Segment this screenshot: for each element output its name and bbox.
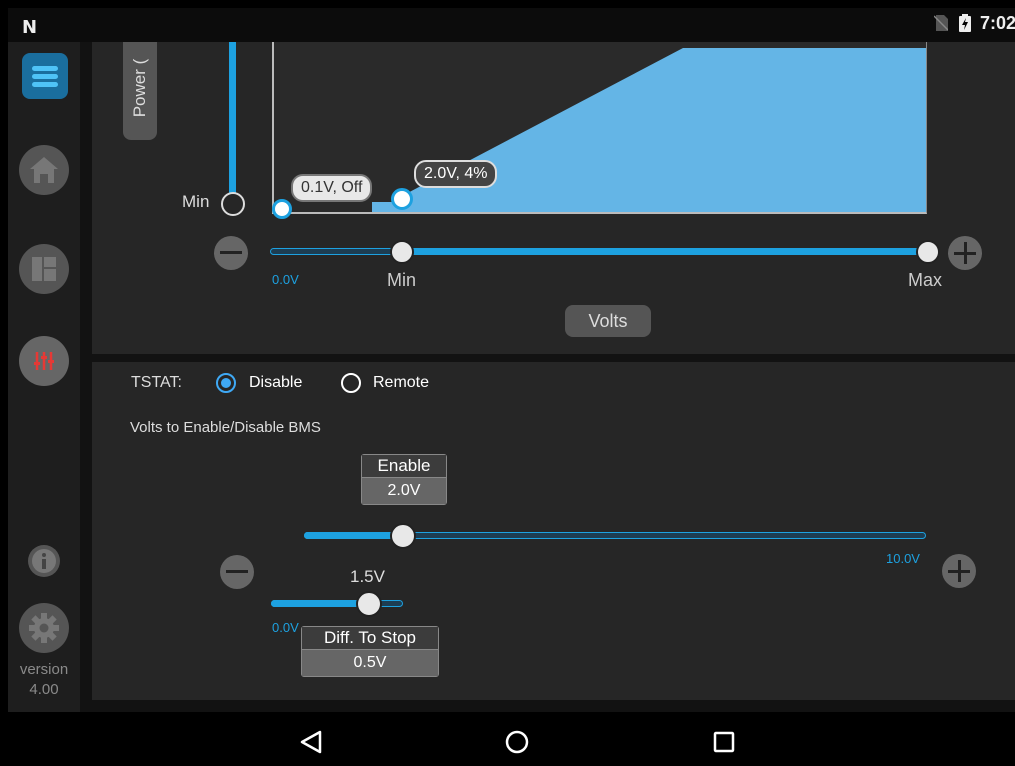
bms-decrease-button[interactable]: [220, 555, 254, 589]
home-circle-icon[interactable]: [505, 730, 529, 754]
tstat-remote-label[interactable]: Remote: [373, 374, 429, 392]
info-button[interactable]: [28, 545, 60, 577]
x-axis-volts-button[interactable]: Volts: [565, 305, 651, 337]
tstat-disable-label[interactable]: Disable: [249, 374, 302, 392]
info-icon: [32, 549, 56, 573]
settings-sliders-button[interactable]: [19, 336, 69, 386]
back-icon[interactable]: [300, 730, 322, 754]
diff-slider-min-label: 0.0V: [272, 620, 299, 635]
status-bar: [8, 8, 1015, 42]
gear-button[interactable]: [19, 603, 69, 653]
chart-decrease-button[interactable]: [214, 236, 248, 270]
home-button[interactable]: [19, 145, 69, 195]
menu-button[interactable]: [22, 53, 68, 99]
chart-slider-max-label: Max: [908, 270, 943, 290]
sliders-icon: [34, 352, 54, 370]
minus-icon: [226, 570, 248, 573]
enable-value-box[interactable]: Enable 2.0V: [361, 454, 447, 505]
enable-slider-max-label: 10.0V: [886, 551, 920, 566]
tstat-label: TSTAT:: [131, 374, 182, 391]
chart-slider-min-label: Min: [387, 270, 417, 290]
diff-to-stop-title: Diff. To Stop: [302, 627, 438, 649]
enable-title: Enable: [362, 455, 446, 477]
chart-slider-min-knob[interactable]: [390, 240, 414, 264]
enable-slider-knob[interactable]: [390, 523, 416, 549]
no-sim-icon: [934, 15, 948, 31]
diff-slider-value-label: 1.5V: [350, 567, 385, 586]
dashboard-icon: [32, 257, 56, 281]
diff-slider-fill: [271, 600, 369, 607]
chart-slider-max-knob[interactable]: [916, 240, 940, 264]
hamburger-menu-icon: [32, 66, 58, 87]
enable-slider-fill: [304, 532, 404, 539]
diff-slider-knob[interactable]: [356, 591, 382, 617]
y-slider-knob[interactable]: [221, 192, 245, 216]
y-axis-label-button[interactable]: Power (: [123, 42, 157, 140]
gear-icon: [29, 613, 59, 643]
diff-to-stop-value: 0.5V: [302, 649, 438, 676]
y-min-label: Min: [182, 192, 210, 211]
version-number: 4.00: [29, 681, 59, 698]
tstat-disable-radio[interactable]: [216, 373, 236, 393]
dashboard-button[interactable]: [19, 244, 69, 294]
plus-icon: [948, 560, 970, 582]
version-label: version 4.00: [8, 660, 80, 700]
plus-icon: [954, 242, 976, 264]
chart-increase-button[interactable]: [948, 236, 982, 270]
bms-section-label: Volts to Enable/Disable BMS: [130, 419, 321, 436]
home-icon: [30, 157, 58, 183]
recents-square-icon[interactable]: [713, 731, 735, 753]
status-clock: 7:02: [980, 13, 1015, 33]
bms-panel: [92, 362, 1015, 700]
notification-n-icon: N: [22, 17, 38, 38]
chart-slider-range: [401, 248, 929, 255]
tstat-remote-radio[interactable]: [341, 373, 361, 393]
y-axis-label: Power (: [130, 58, 149, 118]
y-slider-track[interactable]: [229, 42, 236, 194]
chart-slider-start-value: 0.0V: [272, 272, 299, 287]
bms-increase-button[interactable]: [942, 554, 976, 588]
point-1-label: 0.1V, Off: [291, 174, 373, 202]
enable-value: 2.0V: [362, 477, 446, 504]
battery-charging-icon: [959, 14, 971, 32]
minus-icon: [220, 251, 242, 254]
point-2-knob[interactable]: [391, 188, 413, 210]
point-1-knob[interactable]: [272, 199, 292, 219]
version-text: version: [19, 661, 69, 678]
diff-to-stop-value-box[interactable]: Diff. To Stop 0.5V: [301, 626, 439, 677]
point-2-label: 2.0V, 4%: [414, 160, 498, 188]
